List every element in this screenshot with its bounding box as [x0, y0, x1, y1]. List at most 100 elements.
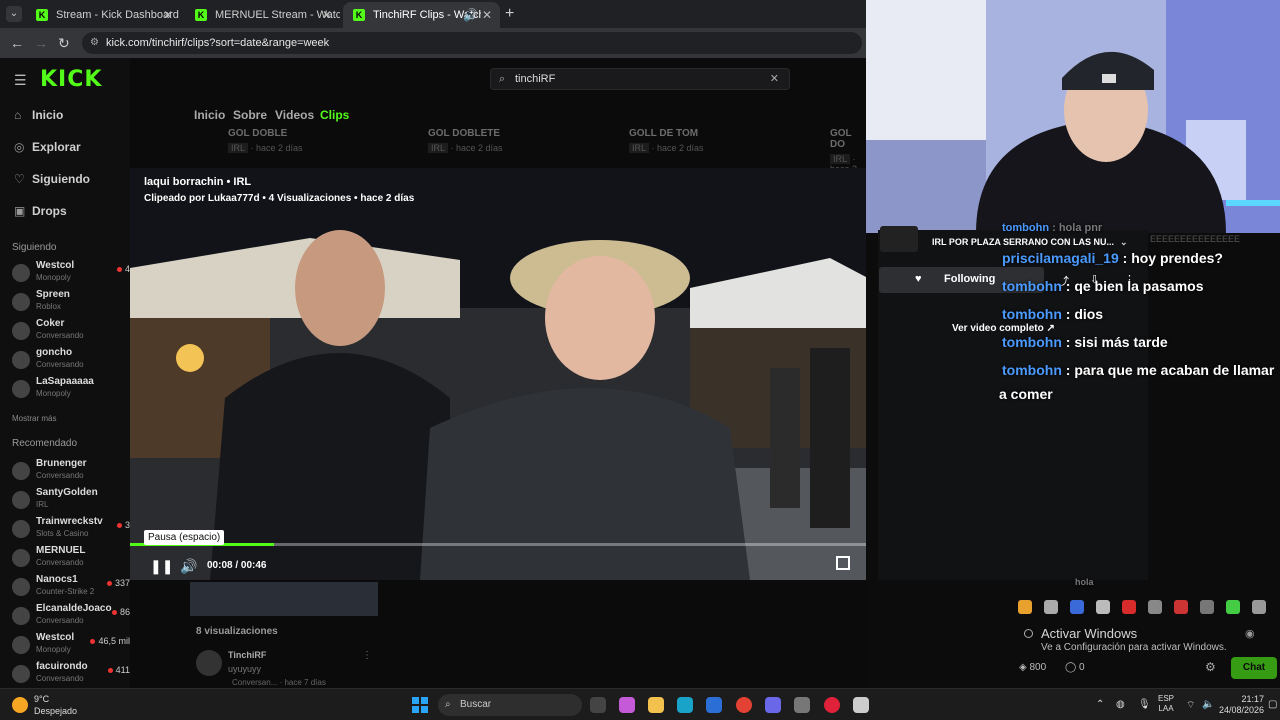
chat-username[interactable]: tombohn: [1002, 362, 1062, 378]
clip-player[interactable]: laqui borrachin • IRL Clipeado por Lukaa…: [130, 168, 866, 580]
stream-title[interactable]: IRL POR PLAZA SERRANO CON LAS NU... ⌄: [932, 237, 1128, 248]
chat-username[interactable]: tombohn: [1002, 334, 1062, 350]
emote-icon[interactable]: [1226, 600, 1240, 614]
emote-icon[interactable]: [1148, 600, 1162, 614]
sidebar-channel[interactable]: Trainwreckstv Slots & Casino 3: [12, 516, 130, 544]
tab-clips[interactable]: Clips: [320, 108, 349, 122]
edge-icon[interactable]: [677, 697, 693, 713]
tab-sobre[interactable]: Sobre: [233, 108, 267, 122]
tab-audio-icon[interactable]: 🔊: [463, 8, 478, 22]
clear-search-icon[interactable]: ✕: [770, 69, 779, 89]
sidebar-channel[interactable]: MERNUEL Conversando: [12, 545, 130, 573]
emote-icon[interactable]: [1252, 600, 1266, 614]
chrome-icon[interactable]: [736, 697, 752, 713]
forward-icon[interactable]: →: [34, 35, 48, 51]
tray-chevron-icon[interactable]: ⌃: [1096, 699, 1104, 710]
new-tab-button[interactable]: +: [505, 5, 514, 23]
show-more-link[interactable]: Mostrar más: [12, 414, 56, 423]
file-explorer-icon[interactable]: [648, 697, 664, 713]
store-icon[interactable]: [706, 697, 722, 713]
tab-kick-dashboard[interactable]: K Stream - Kick Dashboard ✕: [26, 2, 181, 28]
nav-explorar[interactable]: ◎ Explorar: [14, 140, 81, 154]
network-icon[interactable]: ◍: [1116, 699, 1125, 710]
progress-bar[interactable]: [130, 543, 866, 546]
nav-siguiendo[interactable]: ♡ Siguiendo: [14, 172, 90, 186]
tab-tinchirf-clips[interactable]: K TinchiRF Clips - Watch Live 🔊 ✕: [343, 2, 500, 28]
sidebar-channel[interactable]: Nanocs1 Counter-Strike 2 337: [12, 574, 130, 602]
obs-icon[interactable]: [794, 697, 810, 713]
more-options-icon[interactable]: ⋮: [362, 650, 372, 661]
media-player-icon[interactable]: [824, 697, 840, 713]
emote-icon[interactable]: [1200, 600, 1214, 614]
emote-icon[interactable]: [1174, 600, 1188, 614]
copilot-icon[interactable]: [619, 697, 635, 713]
tab-close-icon[interactable]: ✕: [322, 8, 332, 22]
chat-username[interactable]: tombohn: [1002, 278, 1062, 294]
start-icon[interactable]: [412, 697, 428, 713]
url-field[interactable]: ⚙ kick.com/tinchirf/clips?sort=date&rang…: [82, 32, 862, 54]
microphone-icon[interactable]: 🎙: [1138, 699, 1151, 710]
tab-inicio[interactable]: Inicio: [194, 108, 225, 122]
windows-taskbar: 9°C Despejado ⌕ Buscar ⌃ ◍ 🎙 ESP LAA ⌔ 🔈 2…: [0, 688, 1280, 720]
clock[interactable]: 21:17 24/08/2026: [1210, 694, 1264, 716]
search-input[interactable]: ⌕ tinchiRF ✕: [490, 68, 790, 90]
weather-temp[interactable]: 9°C: [34, 694, 49, 704]
clip-card[interactable]: GOL DOBLETE IRL · hace 2 días: [428, 128, 503, 153]
weather-desc[interactable]: Despejado: [34, 706, 77, 716]
menu-icon[interactable]: ☰: [14, 72, 27, 89]
chat-username[interactable]: priscilamagali_19: [1002, 250, 1119, 266]
tab-close-icon[interactable]: ✕: [163, 8, 173, 22]
volume-icon[interactable]: 🔊: [180, 558, 197, 575]
taskbar-search[interactable]: ⌕ Buscar: [438, 694, 582, 716]
nav-inicio[interactable]: ⌂ Inicio: [14, 108, 63, 122]
fullscreen-icon[interactable]: [836, 556, 850, 570]
avatar[interactable]: [880, 226, 918, 252]
emote-icon[interactable]: [1122, 600, 1136, 614]
notification-icon[interactable]: ▢: [1268, 699, 1277, 710]
chevron-down-icon[interactable]: ⌄: [1120, 237, 1128, 247]
sidebar-channel[interactable]: facuirondo Conversando 411: [12, 661, 130, 688]
tab-close-icon[interactable]: ✕: [482, 8, 492, 22]
sidebar-channel[interactable]: Coker Conversando: [12, 318, 130, 346]
heart-icon: ♥: [915, 273, 922, 285]
kick-logo[interactable]: KICK: [40, 67, 102, 92]
sidebar-channel[interactable]: ElcanaldeJoaco Conversando 86: [12, 603, 130, 631]
pause-icon[interactable]: ❚❚: [150, 558, 173, 575]
sidebar-channel[interactable]: goncho Conversando: [12, 347, 130, 375]
wifi-icon[interactable]: ⌔: [1186, 699, 1195, 712]
live-dot-icon: [106, 581, 112, 586]
gear-icon[interactable]: ⚙: [1205, 660, 1216, 674]
sidebar-channel[interactable]: Spreen Roblox: [12, 289, 130, 317]
sidebar-channel[interactable]: Westcol Monopoly 46,5 mil: [12, 632, 130, 660]
emote-icon[interactable]: [1044, 600, 1058, 614]
chat-button[interactable]: Chat: [1231, 657, 1277, 679]
clip-thumbnail[interactable]: [190, 582, 378, 616]
discord-icon[interactable]: [765, 697, 781, 713]
language-indicator[interactable]: ESP LAA: [1158, 694, 1174, 714]
site-info-icon[interactable]: ⚙: [90, 32, 99, 54]
tab-mernuel-stream[interactable]: K MERNUEL Stream - Watch Live ✕: [185, 2, 340, 28]
sidebar-channel[interactable]: LaSapaaaaa Monopoly: [12, 376, 130, 404]
sidebar-channel[interactable]: Brunenger Conversando: [12, 458, 130, 486]
avatar[interactable]: [196, 650, 222, 676]
emote-icon[interactable]: [1096, 600, 1110, 614]
nav-drops[interactable]: ▣ Drops: [14, 204, 67, 218]
comment-user[interactable]: TinchiRF: [228, 650, 266, 660]
app-icon[interactable]: [853, 697, 869, 713]
tab-search-chevron-icon[interactable]: ⌄: [6, 6, 22, 22]
sidebar-channel[interactable]: SantyGolden IRL: [12, 487, 130, 515]
tab-videos[interactable]: Videos: [275, 108, 314, 122]
emote-icon[interactable]: [1018, 600, 1032, 614]
clip-card[interactable]: GOL DOBLE IRL · hace 2 días: [228, 128, 303, 153]
sidebar-channel[interactable]: Westcol Monopoly 4: [12, 260, 130, 288]
chat-username[interactable]: tombohn: [1002, 222, 1049, 234]
reload-icon[interactable]: ↻: [58, 35, 70, 52]
clip-card[interactable]: GOLL DE TOM IRL · hace 2 días: [629, 128, 704, 153]
chat-username[interactable]: tombohn: [1002, 306, 1062, 322]
channel-name: SantyGolden: [36, 487, 98, 498]
back-icon[interactable]: ←: [10, 35, 24, 51]
weather-icon[interactable]: [12, 697, 28, 713]
emote-icon[interactable]: [1070, 600, 1084, 614]
watch-full-video-link[interactable]: Ver video completo ↗: [952, 323, 1055, 334]
task-view-icon[interactable]: [590, 697, 606, 713]
